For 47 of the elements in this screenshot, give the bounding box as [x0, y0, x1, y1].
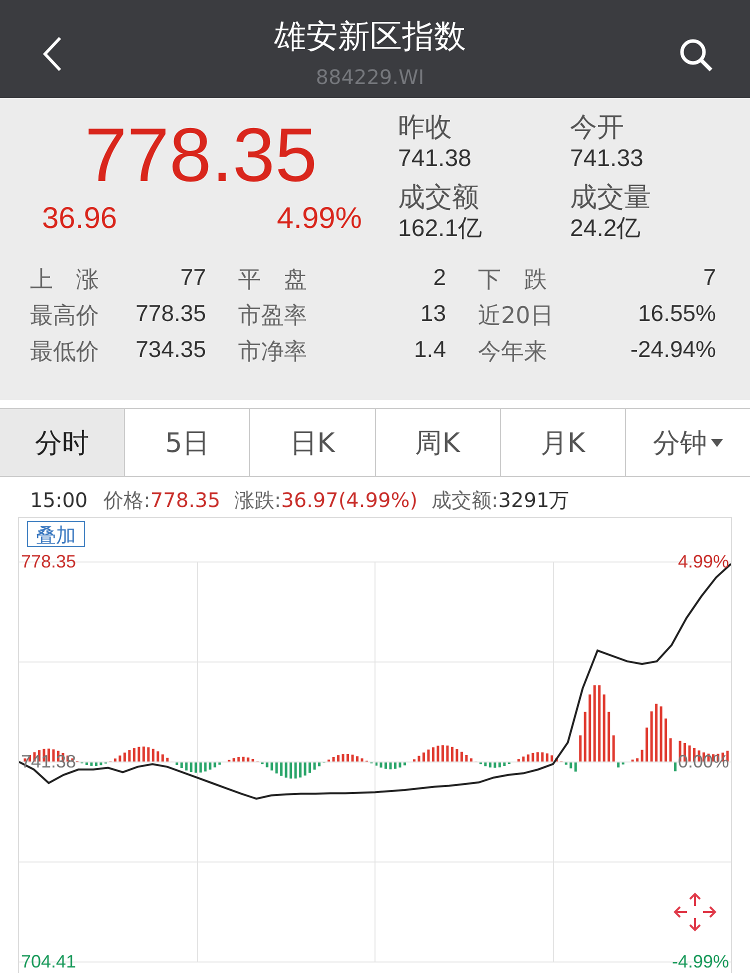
field-value: 162.1亿: [398, 214, 484, 244]
price-change: 36.96: [42, 202, 118, 236]
expand-icon[interactable]: [673, 892, 717, 932]
overlay-button[interactable]: 叠加: [27, 521, 85, 547]
stat-label: 最高价: [30, 302, 99, 331]
chart-tab[interactable]: 分时: [0, 409, 126, 476]
price-value: 778.35: [150, 488, 220, 512]
stat-value: 734.35: [136, 336, 206, 364]
field-label: 今开: [570, 112, 625, 144]
field-value: 741.38: [398, 144, 472, 174]
stat-label: 今年来: [478, 338, 547, 367]
stat-value: 77: [180, 264, 206, 292]
stat-value: 16.55%: [638, 300, 716, 328]
stat-label: 市净率: [238, 338, 307, 367]
field-label: 成交额: [398, 182, 480, 214]
stat-value: 13: [420, 300, 446, 328]
stat-value: 778.35: [136, 300, 206, 328]
last-price: 778.35: [84, 112, 318, 200]
stat-value: 2: [433, 264, 446, 292]
stat-label: 近20日: [478, 302, 554, 331]
axis-label: 778.35: [21, 550, 76, 574]
index-code: 884229.WI: [316, 65, 424, 89]
stat-value: 1.4: [414, 336, 446, 364]
stat-label: 市盈率: [238, 302, 307, 331]
price-label: 价格:: [104, 487, 150, 514]
axis-label: -4.99%: [672, 950, 729, 974]
field-label: 昨收: [398, 112, 453, 144]
stat-value: -24.94%: [630, 336, 716, 364]
amount-value: 3291万: [498, 487, 570, 514]
field-label: 成交量: [570, 182, 652, 214]
change-value: 36.97(4.99%): [281, 488, 418, 512]
field-value: 741.33: [570, 144, 644, 174]
search-icon[interactable]: [678, 37, 714, 73]
axis-label: 704.41: [21, 950, 76, 974]
back-icon[interactable]: [42, 36, 62, 72]
stat-label: 上 涨: [30, 266, 99, 295]
change-label: 涨跌:: [234, 487, 282, 514]
percent-change: 4.99%: [276, 202, 362, 236]
index-title: 雄安新区指数: [274, 16, 466, 57]
stat-label: 平 盘: [238, 266, 307, 295]
time-label: 15:00: [30, 488, 88, 512]
amount-label: 成交额:: [432, 487, 498, 514]
stat-label: 最低价: [30, 338, 99, 367]
stat-value: 7: [703, 264, 716, 292]
field-value: 24.2亿: [570, 214, 642, 244]
stat-label: 下 跌: [478, 266, 547, 295]
axis-label: 4.99%: [678, 550, 729, 574]
